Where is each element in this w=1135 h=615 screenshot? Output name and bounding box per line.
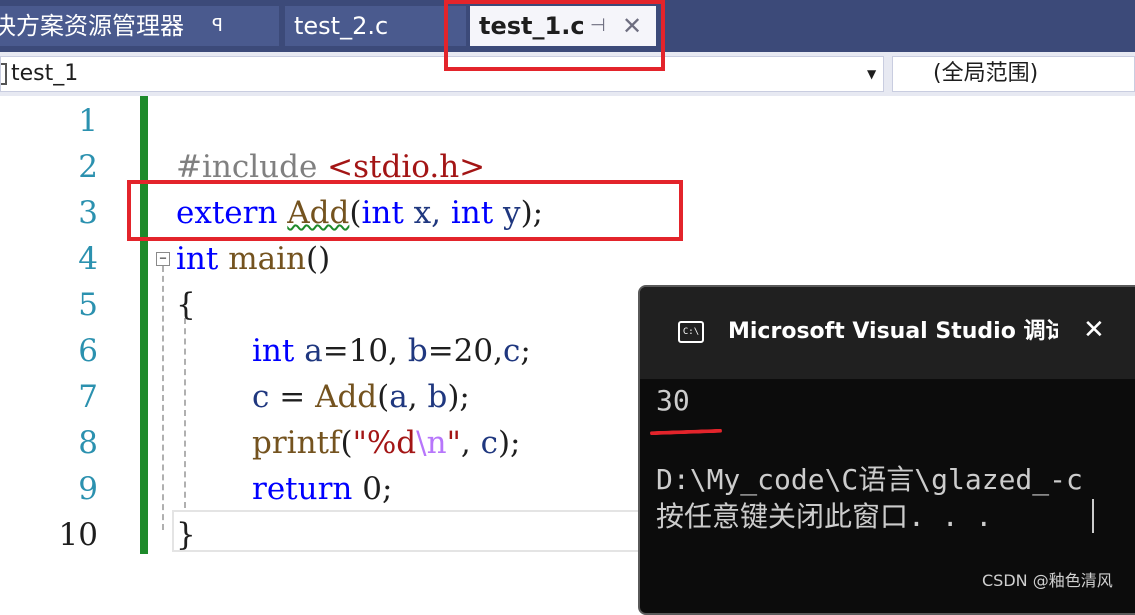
variable: c [252, 379, 270, 415]
punctuation: () [305, 241, 331, 277]
console-cursor [1092, 499, 1094, 533]
literal: =10, [322, 333, 408, 369]
code-line-8: printf("%d\n", c); [252, 420, 520, 466]
tab-solution-explorer[interactable]: 决方案资源管理器 ꟼ [0, 6, 279, 46]
line-number: 3 [78, 195, 98, 231]
code-line-4: int main() [176, 236, 330, 282]
current-line-highlight [172, 510, 652, 552]
console-app-icon: C:\ [678, 321, 704, 343]
fold-guide [162, 266, 164, 530]
scope-dropdown-value: (全局范围) [933, 61, 1039, 86]
line-number: 1 [78, 103, 98, 139]
code-line-9: return 0; [252, 466, 392, 512]
variable: c [502, 333, 521, 369]
project-file-dropdown-value: test_1 [11, 61, 79, 86]
punctuation: , [407, 379, 428, 415]
line-number: 6 [78, 333, 98, 369]
code-line-6: int a=10, b=20,c; [252, 328, 531, 374]
line-number: 9 [78, 471, 98, 507]
highlight-box-extern-declaration [127, 180, 683, 241]
watermark: CSDN @釉色清风 [982, 571, 1113, 590]
string-literal: "%d [352, 425, 417, 461]
line-number: 8 [78, 425, 98, 461]
scope-dropdown[interactable]: (全局范围) [892, 56, 1135, 92]
code-line-10: } [176, 512, 196, 558]
keyword: return [252, 471, 353, 507]
punctuation: { [176, 287, 196, 323]
punctuation: ( [340, 425, 353, 461]
console-title-bar[interactable]: C:\ Microsoft Visual Studio 调试控制台 ✕ [640, 287, 1135, 379]
punctuation: ); [447, 379, 470, 415]
punctuation: ; [520, 333, 531, 369]
line-number: 4 [78, 241, 98, 277]
punctuation: } [176, 517, 196, 553]
tab-test-2-c[interactable]: test_2.c [285, 6, 466, 46]
file-icon [1, 63, 7, 85]
punctuation: ( [377, 379, 390, 415]
keyword: int [252, 333, 295, 369]
variable: b [427, 379, 448, 415]
tab-test-2-c-label: test_2.c [294, 12, 389, 40]
variable: a [389, 379, 408, 415]
console-output-value: 30 [656, 384, 690, 417]
function-name: main [218, 241, 306, 277]
punctuation: ); [497, 425, 521, 461]
console-path-line: D:\My_code\C语言\glazed_-c [656, 463, 1083, 496]
debug-console-window[interactable]: C:\ Microsoft Visual Studio 调试控制台 ✕ 30 D… [638, 285, 1135, 615]
close-icon[interactable]: ✕ [1083, 315, 1105, 345]
variable: c [480, 425, 498, 461]
tab-strip-background [656, 6, 1135, 46]
indent-guide [184, 318, 186, 508]
code-line-7: c = Add(a, b); [252, 374, 470, 420]
function-name: Add [315, 379, 378, 415]
line-number: 5 [78, 287, 98, 323]
pin-icon[interactable]: ꟼ [212, 6, 223, 46]
string-literal: " [446, 425, 461, 461]
function-name: printf [252, 425, 341, 461]
line-number: 7 [78, 379, 98, 415]
line-number-current: 10 [58, 517, 98, 553]
operator: = [269, 379, 316, 415]
console-title: Microsoft Visual Studio 调试控制台 [728, 319, 1058, 344]
literal: 0; [352, 471, 393, 507]
code-line-5: { [176, 282, 196, 328]
highlight-box-active-tab [444, 0, 665, 71]
line-number: 2 [78, 149, 98, 185]
dropdown-arrow-icon[interactable]: ▼ [867, 57, 876, 91]
console-exit-prompt: 按任意键关闭此窗口. . . [656, 500, 993, 533]
project-file-dropdown[interactable]: test_1 ▼ [0, 56, 884, 92]
tab-solution-explorer-label: 决方案资源管理器 [0, 12, 184, 40]
keyword: int [176, 241, 219, 277]
change-tracking-bar [140, 96, 148, 554]
escape-sequence: \n [416, 425, 447, 461]
variable: b [407, 333, 428, 369]
collapse-icon[interactable]: − [156, 252, 170, 266]
punctuation: , [460, 425, 481, 461]
variable: a [294, 333, 323, 369]
literal: =20, [427, 333, 503, 369]
